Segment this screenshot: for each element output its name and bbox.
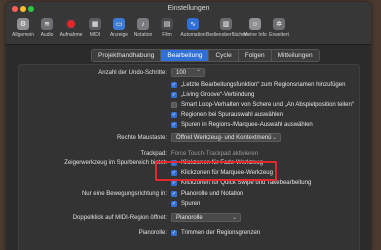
tab-bar: Projekthandhabung Bearbeitung Cycle Folg…: [91, 49, 320, 62]
pianorolle-label: Pianorolle:: [138, 230, 167, 236]
checkbox-label: „Living Groove“-Verbindung: [181, 92, 255, 98]
toolbar-item-erweitert[interactable]: ✲ Erweitert: [262, 18, 296, 38]
checkbox-label: Regionen bei Spurauswahl auswählen: [181, 112, 284, 118]
person-icon: ☺: [249, 18, 261, 30]
control-surface-icon: ▥: [220, 18, 232, 30]
checkbox-select-regions[interactable]: ✓ Regionen bei Spurauswahl auswählen: [171, 112, 283, 118]
checkmark-icon: ✓: [171, 230, 177, 236]
unchecked-box-icon: [171, 102, 177, 108]
one-direction-label: Nur eine Bewegungsrichtung in:: [81, 191, 167, 197]
right-mouse-value: Öffnet Werkzeug- und Kontextmenü: [176, 135, 272, 141]
trackpad-option: Force Touch-Trackpad aktivieren: [171, 151, 258, 157]
checkmark-icon: ✓: [171, 112, 177, 118]
undo-steps-value: 100: [176, 70, 187, 76]
undo-steps-label: Anzahl der Undo-Schritte:: [98, 70, 167, 76]
stepper-icon: ⌃: [195, 70, 201, 76]
record-icon: [65, 18, 77, 30]
film-icon: ▤: [161, 18, 173, 30]
midi-double-click-select[interactable]: Pianorolle ⌄: [171, 213, 241, 222]
checkmark-icon: ✓: [171, 122, 177, 128]
checkbox-label: Spuren in Regions-/Marquee-Auswahl auswä…: [181, 122, 313, 128]
chevron-down-icon: ⌄: [231, 215, 237, 221]
midi-icon: ▦: [89, 18, 101, 30]
settings-panel: Anzahl der Undo-Schritte: 100 ⌃ ✓ „Letzt…: [18, 64, 360, 250]
preferences-toolbar: ⚙ Allgemein ≋ Audio Aufnahme ▦ MIDI ▭ An…: [6, 16, 371, 45]
toolbar-item-automation[interactable]: ∿ Automation: [176, 18, 210, 38]
tab-folgen[interactable]: Folgen: [239, 50, 272, 61]
gear-icon: ✲: [273, 18, 285, 30]
toolbar-item-label: Automation: [180, 32, 206, 38]
checkbox-trim-regions[interactable]: ✓ Trimmen der Regionsgrenzen: [171, 230, 260, 236]
highlight-annotation: [155, 161, 277, 181]
checkbox-label: Spuren: [181, 201, 201, 207]
toolbar-item-label: Erweitert: [269, 32, 289, 38]
right-mouse-select[interactable]: Öffnet Werkzeug- und Kontextmenü ⌄: [171, 133, 281, 142]
midi-double-click-label: Doppelklick auf MIDI-Region öffnet:: [72, 215, 167, 221]
checkbox-label: Trimmen der Regionsgrenzen: [181, 230, 261, 236]
window-title: Einstellungen: [167, 5, 210, 12]
checkmark-icon: ✓: [171, 191, 177, 197]
checkbox-select-tracks[interactable]: ✓ Spuren in Regions-/Marquee-Auswahl aus…: [171, 122, 313, 128]
midi-double-click-value: Pianorolle: [176, 215, 203, 221]
checkmark-icon: ✓: [171, 82, 177, 88]
checkbox-label: Smart Loop-Verhalten von Schere und „An …: [181, 102, 354, 108]
checkbox-living-groove[interactable]: ✓ „Living Groove“-Verbindung: [171, 92, 254, 98]
checkbox-label: Pianorolle und Notation: [181, 191, 244, 197]
tab-mitteilungen[interactable]: Mitteilungen: [272, 50, 319, 61]
checkmark-icon: ✓: [171, 201, 177, 207]
waveform-icon: ≋: [41, 18, 53, 30]
right-mouse-label: Rechte Maustaste:: [116, 135, 167, 141]
checkbox-region-name[interactable]: ✓ „Letzte Bearbeitungsfunktion“ zum Regi…: [171, 82, 345, 88]
trackpad-label: Trackpad:: [140, 151, 167, 157]
checkbox-tracks[interactable]: ✓ Spuren: [171, 201, 200, 207]
tab-bearbeitung[interactable]: Bearbeitung: [161, 50, 210, 61]
trackpad-value: Force Touch-Trackpad aktivieren: [171, 151, 259, 157]
checkbox-pianoroll-notation[interactable]: ✓ Pianorolle und Notation: [171, 191, 243, 197]
note-icon: ♪: [137, 18, 149, 30]
title-bar: Einstellungen: [6, 2, 371, 16]
switch-icon: ⚙: [17, 18, 29, 30]
preferences-window: Einstellungen ⚙ Allgemein ≋ Audio Aufnah…: [6, 2, 371, 250]
track-tool-label: Zeigerwerkzeug im Spurbereich bietet:: [64, 160, 167, 166]
chevron-down-icon: ⌄: [271, 135, 277, 141]
undo-steps-stepper[interactable]: 100 ⌃: [171, 68, 205, 77]
checkbox-label: „Letzte Bearbeitungsfunktion“ zum Region…: [181, 82, 346, 88]
tab-projekthandhabung[interactable]: Projekthandhabung: [92, 50, 162, 61]
automation-icon: ∿: [187, 18, 199, 30]
display-icon: ▭: [113, 18, 125, 30]
tab-cycle[interactable]: Cycle: [209, 50, 239, 61]
checkbox-smart-loop[interactable]: Smart Loop-Verhalten von Schere und „An …: [171, 102, 354, 108]
checkmark-icon: ✓: [171, 92, 177, 98]
